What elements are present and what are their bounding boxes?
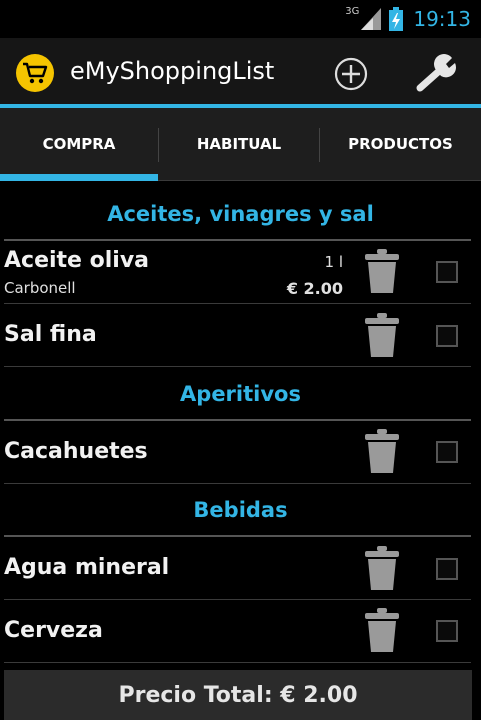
tab-productos[interactable]: PRODUCTOS bbox=[320, 108, 481, 180]
section-header: Aperitivos bbox=[0, 367, 481, 421]
item-checkbox[interactable] bbox=[436, 441, 458, 463]
item-price: € 2.00 bbox=[286, 279, 343, 298]
list-item[interactable]: Cacahuetes bbox=[0, 421, 481, 484]
section-header: Bebidas bbox=[0, 483, 481, 537]
item-checkbox[interactable] bbox=[436, 620, 458, 642]
item-name: Agua mineral bbox=[4, 555, 170, 580]
status-bar: 3G 19:13 bbox=[0, 0, 481, 38]
signal-icon bbox=[361, 8, 382, 30]
list-item[interactable]: Cerveza bbox=[0, 600, 481, 663]
trash-icon[interactable] bbox=[365, 546, 399, 590]
tab-bar: COMPRA HABITUAL PRODUCTOS bbox=[0, 108, 481, 181]
wrench-icon[interactable] bbox=[414, 54, 460, 94]
item-name: Aceite oliva bbox=[4, 248, 150, 273]
item-checkbox[interactable] bbox=[436, 261, 458, 283]
list-item[interactable]: Agua mineral bbox=[0, 537, 481, 600]
list-item[interactable]: Aceite oliva Carbonell 1 l € 2.00 bbox=[0, 241, 481, 304]
list-item[interactable]: Sal fina bbox=[0, 304, 481, 367]
total-price: Precio Total: € 2.00 bbox=[4, 670, 472, 720]
item-checkbox[interactable] bbox=[436, 558, 458, 580]
action-bar: eMyShoppingList bbox=[0, 38, 481, 108]
add-icon[interactable] bbox=[334, 57, 368, 91]
item-checkbox[interactable] bbox=[436, 325, 458, 347]
clock: 19:13 bbox=[413, 7, 471, 31]
selected-tab-indicator bbox=[0, 174, 158, 181]
shopping-cart-icon[interactable] bbox=[16, 54, 54, 92]
trash-icon[interactable] bbox=[365, 313, 399, 357]
item-name: Cerveza bbox=[4, 618, 103, 643]
trash-icon[interactable] bbox=[365, 429, 399, 473]
item-name: Cacahuetes bbox=[4, 439, 148, 464]
item-quantity: 1 l bbox=[324, 253, 343, 271]
section-header: Aceites, vinagres y sal bbox=[0, 187, 481, 241]
trash-icon[interactable] bbox=[365, 249, 399, 293]
tab-compra[interactable]: COMPRA bbox=[0, 108, 158, 180]
item-brand: Carbonell bbox=[4, 279, 76, 297]
network-type: 3G bbox=[345, 5, 360, 17]
tab-habitual[interactable]: HABITUAL bbox=[159, 108, 319, 180]
battery-charging-icon bbox=[389, 7, 404, 31]
trash-icon[interactable] bbox=[365, 608, 399, 652]
app-title: eMyShoppingList bbox=[70, 57, 275, 85]
item-name: Sal fina bbox=[4, 322, 97, 347]
